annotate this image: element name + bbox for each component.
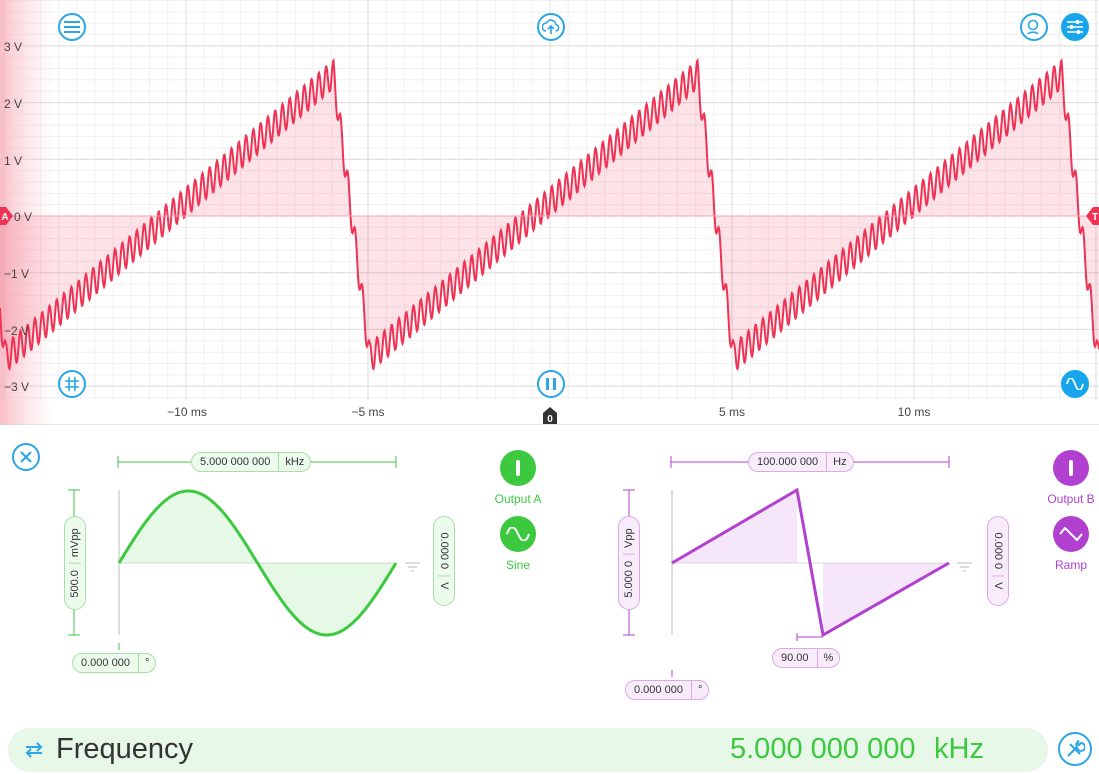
cloud-upload-button[interactable]: [537, 13, 565, 41]
pause-button[interactable]: [537, 370, 565, 398]
y-tick-label: −3 V: [4, 380, 29, 394]
parameter-label: Frequency: [56, 733, 194, 765]
search-icon: [1027, 19, 1039, 35]
svg-text:T: T: [1092, 212, 1098, 223]
close-icon: [20, 451, 32, 463]
y-tick-label: −1 V: [4, 267, 29, 281]
grid-button[interactable]: [58, 370, 86, 398]
svg-text:0: 0: [547, 414, 553, 425]
y-tick-label: 2 V: [4, 97, 22, 111]
channel-a-preview[interactable]: [60, 445, 420, 665]
tools-button[interactable]: [1058, 732, 1092, 766]
settings-button[interactable]: [1061, 13, 1089, 41]
grid-icon: [65, 377, 79, 391]
x-tick-label: −10 ms: [167, 405, 207, 419]
parameter-value[interactable]: 5.000 000 000: [730, 733, 915, 766]
y-tick-label: 3 V: [4, 40, 22, 54]
channel-b-frequency-field[interactable]: 100.000 000 Hz: [748, 452, 854, 472]
cloud-upload-icon: [542, 19, 560, 34]
y-tick-label: 1 V: [4, 154, 22, 168]
tools-icon: [1067, 740, 1085, 757]
channel-a-offset-field[interactable]: 0.000 0V: [433, 516, 455, 606]
scope-canvas[interactable]: 3 V 2 V 1 V 0 V −1 V −2 V −3 V −10 ms −5…: [0, 0, 1099, 426]
channel-a-wave-label: Sine: [505, 558, 531, 572]
y-tick-label: 0 V: [14, 210, 32, 224]
swap-arrows-icon[interactable]: [24, 741, 44, 759]
pause-icon: [546, 378, 556, 390]
ground-icon: [957, 562, 972, 572]
menu-icon: [64, 21, 80, 33]
x-tick-label: 10 ms: [898, 405, 931, 419]
power-icon: [516, 460, 520, 476]
sliders-icon: [1067, 20, 1083, 34]
oscilloscope-plot[interactable]: 3 V 2 V 1 V 0 V −1 V −2 V −3 V −10 ms −5…: [0, 0, 1099, 426]
parameter-bar[interactable]: Frequency 5.000 000 000 kHz: [8, 728, 1048, 772]
time-zero-marker[interactable]: 0: [543, 407, 557, 425]
channel-b-wave-label: Ramp: [1054, 558, 1087, 572]
channel-b-offset-field[interactable]: 0.000 0V: [987, 516, 1009, 606]
x-tick-label: 5 ms: [719, 405, 745, 419]
channel-b-amplitude-field[interactable]: 5.000 0Vpp: [618, 516, 640, 610]
search-button[interactable]: [1020, 13, 1048, 41]
channel-b-wave-button[interactable]: [1053, 516, 1089, 552]
close-button[interactable]: [12, 443, 40, 471]
channel-a-frequency-field[interactable]: 5.000 000 000 kHz: [191, 452, 312, 472]
y-tick-label: −2 V: [4, 324, 29, 338]
output-a-button[interactable]: [500, 450, 536, 486]
output-b-label: Output B: [1047, 492, 1095, 506]
channel-a-frequency-value: 5.000 000 000: [200, 456, 271, 468]
sine-wave-icon: [506, 527, 530, 541]
menu-button[interactable]: [58, 13, 86, 41]
svg-text:A: A: [1, 212, 8, 223]
channel-b-phase-field[interactable]: 0.000 000 °: [625, 680, 710, 700]
channel-a-phase-field[interactable]: 0.000 000 °: [72, 653, 157, 673]
waveform-button[interactable]: [1061, 370, 1089, 398]
channel-a-wave-button[interactable]: [500, 516, 536, 552]
channel-a-amplitude-field[interactable]: 500.0mVpp: [64, 516, 86, 610]
sine-wave-icon: [1066, 378, 1084, 390]
power-icon: [1069, 460, 1073, 476]
output-a-label: Output A: [494, 492, 542, 506]
channel-b-symmetry-field[interactable]: 90.00%: [772, 648, 841, 668]
parameter-unit[interactable]: kHz: [934, 733, 984, 766]
x-tick-label: −5 ms: [351, 405, 384, 419]
output-b-button[interactable]: [1053, 450, 1089, 486]
ground-icon: [405, 562, 420, 572]
triangle-wave-icon: [1059, 527, 1083, 541]
